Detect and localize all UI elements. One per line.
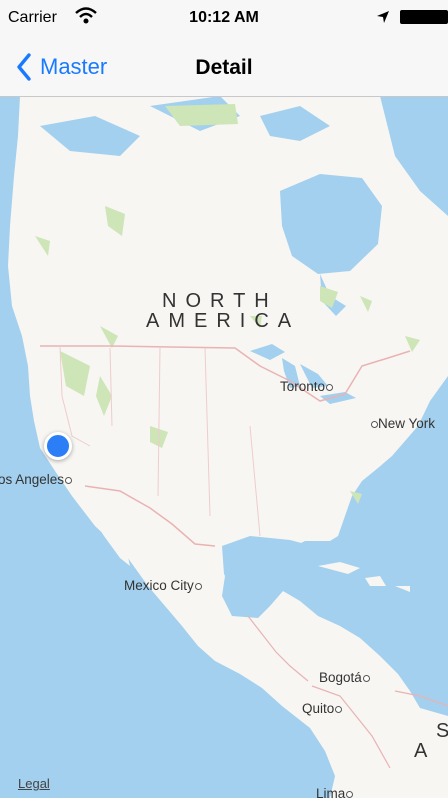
city-name: Quito: [302, 701, 335, 716]
battery-icon: [400, 10, 448, 24]
region-label-america-partial: A M: [414, 740, 448, 762]
page-title: Detail: [195, 56, 253, 79]
city-dot: [65, 476, 73, 484]
city-dot: [194, 582, 202, 590]
legal-link[interactable]: Legal: [18, 776, 50, 791]
city-dot: [371, 420, 378, 428]
city-name: Toronto: [280, 379, 326, 394]
city-name: New York: [378, 416, 436, 431]
user-location-dot[interactable]: [44, 432, 72, 460]
city-name: Bogotá: [319, 670, 362, 685]
city-label-los-angeles[interactable]: os Angeles: [0, 472, 73, 487]
map-view[interactable]: NORTH AMERICA S A M Toronto New York os …: [0, 96, 448, 798]
navigation-bar: Master Detail: [0, 36, 448, 97]
status-bar: Carrier 10:12 AM: [0, 0, 448, 36]
city-name: Lima: [316, 786, 346, 798]
city-label-new-york[interactable]: New York: [370, 416, 435, 431]
city-dot: [326, 383, 334, 391]
city-dot: [335, 705, 343, 713]
city-dot: [346, 790, 354, 798]
city-label-lima[interactable]: Lima: [316, 786, 354, 798]
city-label-toronto[interactable]: Toronto: [280, 379, 334, 394]
city-dot: [362, 674, 370, 682]
city-label-bogota[interactable]: Bogotá: [319, 670, 370, 685]
region-label-america: AMERICA: [146, 310, 301, 332]
city-name: Mexico City: [124, 578, 194, 593]
city-label-mexico-city[interactable]: Mexico City: [124, 578, 202, 593]
city-label-quito[interactable]: Quito: [302, 701, 343, 716]
location-arrow-icon: [377, 11, 389, 23]
city-name: os Angeles: [0, 472, 65, 487]
